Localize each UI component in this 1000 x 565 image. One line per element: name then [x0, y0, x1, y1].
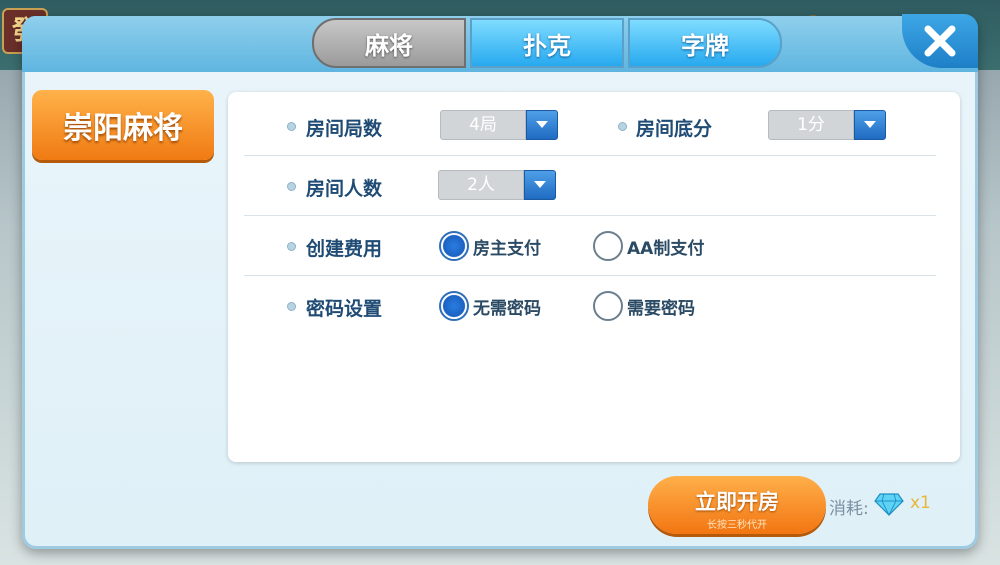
room-settings-card: 房间局数 4局 房间底分 1分 房间人数 2人 创建费用 房主支付 AA制支付 …: [228, 92, 960, 462]
radio-unselected-icon: [593, 231, 623, 261]
base-score-label: 房间底分: [636, 118, 713, 140]
fee-label: 创建费用: [306, 238, 383, 260]
password-label: 密码设置: [306, 298, 383, 320]
players-value: 2人: [438, 170, 524, 200]
fee-option-split-pay[interactable]: AA制支付: [593, 229, 704, 263]
players-label: 房间人数: [306, 178, 383, 200]
bullet-icon: [287, 122, 296, 131]
settings-row-fee: 创建费用 房主支付 AA制支付: [244, 216, 936, 276]
diamond-icon: [874, 493, 904, 516]
chevron-down-icon: [526, 110, 558, 140]
settings-row-players: 房间人数 2人: [244, 156, 936, 216]
tab-zipai[interactable]: 字牌: [628, 18, 782, 68]
fee-option-label: AA制支付: [627, 238, 705, 259]
radio-selected-icon: [439, 231, 469, 261]
settings-row-rounds: 房间局数 4局 房间底分 1分: [244, 96, 936, 156]
bullet-icon: [618, 122, 627, 131]
game-option-chongyang-mahjong[interactable]: 崇阳麻将: [32, 90, 214, 160]
chevron-down-icon: [524, 170, 556, 200]
password-option-label: 无需密码: [473, 298, 541, 319]
tab-mahjong[interactable]: 麻将: [312, 18, 466, 68]
cost-label: 消耗:: [829, 499, 869, 519]
fee-option-label: 房主支付: [473, 238, 541, 259]
bullet-icon: [287, 182, 296, 191]
bullet-icon: [287, 242, 296, 251]
password-option-required[interactable]: 需要密码: [593, 289, 695, 323]
create-room-hint: 长按三秒代开: [707, 520, 767, 531]
rounds-value: 4局: [440, 110, 526, 140]
bullet-icon: [287, 302, 296, 311]
base-score-dropdown[interactable]: 1分: [768, 110, 886, 142]
close-icon: [924, 25, 956, 57]
game-type-tabs: 麻将 扑克 字牌: [312, 18, 782, 70]
password-option-label: 需要密码: [627, 298, 695, 319]
create-room-label: 立即开房: [695, 490, 779, 514]
players-dropdown[interactable]: 2人: [438, 170, 556, 202]
cost-value: x1: [910, 493, 931, 513]
settings-row-password: 密码设置 无需密码 需要密码: [244, 276, 936, 336]
tab-poker[interactable]: 扑克: [470, 18, 624, 68]
chevron-down-icon: [854, 110, 886, 140]
rounds-label: 房间局数: [306, 118, 383, 140]
create-room-button[interactable]: 立即开房 长按三秒代开: [648, 476, 826, 534]
password-option-none[interactable]: 无需密码: [439, 289, 541, 323]
fee-option-owner-pays[interactable]: 房主支付: [439, 229, 541, 263]
radio-selected-icon: [439, 291, 469, 321]
rounds-dropdown[interactable]: 4局: [440, 110, 558, 142]
radio-unselected-icon: [593, 291, 623, 321]
base-score-value: 1分: [768, 110, 854, 140]
